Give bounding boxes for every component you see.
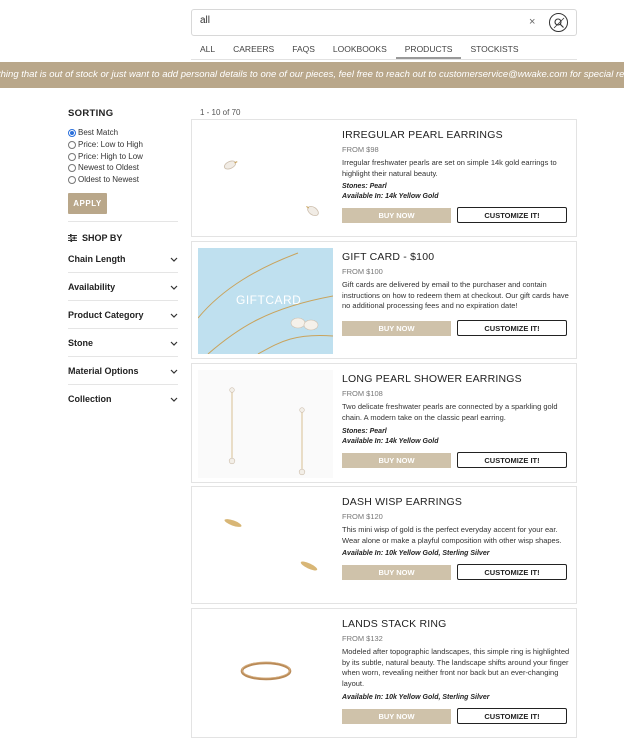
- chevron-down-icon: [170, 366, 178, 376]
- search-tabs: ALL CAREERS FAQS LOOKBOOKS PRODUCTS STOC…: [191, 44, 577, 60]
- product-image[interactable]: GIFTCARD: [197, 248, 334, 355]
- product-card: IRREGULAR PEARL EARRINGS FROM $98 Irregu…: [191, 119, 577, 237]
- product-description: Modeled after topographic landscapes, th…: [342, 647, 570, 688]
- product-title[interactable]: LONG PEARL SHOWER EARRINGS: [342, 373, 522, 385]
- filter-stone[interactable]: Stone: [68, 329, 178, 357]
- product-image[interactable]: [198, 615, 333, 727]
- announcement-banner: thing that is out of stock or just want …: [0, 62, 624, 88]
- product-availability: Available In: 14k Yellow Gold: [342, 193, 439, 200]
- product-image[interactable]: [198, 493, 333, 599]
- sort-option-price-low-high[interactable]: Price: Low to High: [68, 140, 143, 149]
- divider: [68, 221, 178, 222]
- sort-option-newest[interactable]: Newest to Oldest: [68, 163, 139, 172]
- product-title[interactable]: GIFT CARD - $100: [342, 251, 434, 263]
- radio-icon[interactable]: [68, 128, 76, 137]
- product-price: FROM $98: [342, 145, 379, 154]
- product-card: LONG PEARL SHOWER EARRINGS FROM $108 Two…: [191, 363, 577, 483]
- apply-button[interactable]: APPLY: [68, 193, 107, 214]
- tab-all[interactable]: ALL: [191, 44, 224, 59]
- customize-button[interactable]: CUSTOMIZE IT!: [457, 207, 567, 223]
- customize-button[interactable]: CUSTOMIZE IT!: [457, 708, 567, 724]
- customize-button[interactable]: CUSTOMIZE IT!: [457, 320, 567, 336]
- results-count: 1 - 10 of 70: [200, 108, 241, 117]
- gift-card-image-text: GIFTCARD: [236, 293, 302, 307]
- chevron-down-icon: [170, 394, 178, 404]
- buy-now-button[interactable]: BUY NOW: [342, 208, 451, 223]
- product-card: LANDS STACK RING FROM $132 Modeled after…: [191, 608, 577, 738]
- product-availability: Available In: 14k Yellow Gold: [342, 438, 439, 445]
- tab-faqs[interactable]: FAQS: [283, 44, 324, 59]
- product-description: This mini wisp of gold is the perfect ev…: [342, 525, 562, 545]
- product-availability: Available In: 10k Yellow Gold, Sterling …: [342, 550, 490, 557]
- buy-now-button[interactable]: BUY NOW: [342, 709, 451, 724]
- tab-stockists[interactable]: STOCKISTS: [461, 44, 527, 59]
- radio-icon[interactable]: [68, 140, 76, 149]
- search-input[interactable]: [200, 15, 500, 26]
- product-description: Irregular freshwater pearls are set on s…: [342, 158, 557, 178]
- filter-chain-length[interactable]: Chain Length: [68, 245, 178, 273]
- product-description: Gift cards are delivered by email to the…: [342, 280, 569, 310]
- customize-button[interactable]: CUSTOMIZE IT!: [457, 564, 567, 580]
- filter-availability[interactable]: Availability: [68, 273, 178, 301]
- chevron-down-icon: [170, 338, 178, 348]
- buy-now-button[interactable]: BUY NOW: [342, 321, 451, 336]
- product-description: Two delicate freshwater pearls are conne…: [342, 402, 558, 422]
- chevron-down-icon: [170, 310, 178, 320]
- customize-button[interactable]: CUSTOMIZE IT!: [457, 452, 567, 468]
- product-image[interactable]: [198, 126, 333, 232]
- tab-products[interactable]: PRODUCTS: [395, 44, 462, 59]
- filter-material-options[interactable]: Material Options: [68, 357, 178, 385]
- product-price: FROM $132: [342, 634, 383, 643]
- close-icon[interactable]: ×: [529, 16, 535, 28]
- banner-text: thing that is out of stock or just want …: [0, 69, 624, 80]
- filter-sliders-icon: [68, 234, 77, 242]
- tab-careers[interactable]: CAREERS: [224, 44, 283, 59]
- product-price: FROM $108: [342, 389, 383, 398]
- radio-icon[interactable]: [68, 175, 76, 184]
- product-stones: Stones: Pearl: [342, 183, 387, 190]
- product-availability: Available In: 10k Yellow Gold, Sterling …: [342, 694, 490, 701]
- product-card: GIFTCARD GIFT CARD - $100 FROM $100 Gift…: [191, 241, 577, 359]
- product-price: FROM $100: [342, 267, 383, 276]
- product-card: DASH WISP EARRINGS FROM $120 This mini w…: [191, 486, 577, 604]
- search-bar[interactable]: ×: [191, 9, 577, 36]
- sorting-title: SORTING: [68, 108, 114, 119]
- buy-now-button[interactable]: BUY NOW: [342, 453, 451, 468]
- radio-icon[interactable]: [68, 163, 76, 172]
- product-title[interactable]: LANDS STACK RING: [342, 618, 447, 630]
- chevron-down-icon: [170, 282, 178, 292]
- sort-option-best-match[interactable]: Best Match: [68, 128, 118, 137]
- radio-icon[interactable]: [68, 152, 76, 161]
- sort-option-price-high-low[interactable]: Price: High to Low: [68, 152, 143, 161]
- product-title[interactable]: IRREGULAR PEARL EARRINGS: [342, 129, 503, 141]
- filter-product-category[interactable]: Product Category: [68, 301, 178, 329]
- buy-now-button[interactable]: BUY NOW: [342, 565, 451, 580]
- tab-lookbooks[interactable]: LOOKBOOKS: [324, 44, 396, 59]
- product-title[interactable]: DASH WISP EARRINGS: [342, 496, 462, 508]
- filter-collection[interactable]: Collection: [68, 385, 178, 413]
- product-image[interactable]: [198, 370, 333, 478]
- shop-by-heading: SHOP BY: [68, 233, 122, 243]
- sort-option-oldest[interactable]: Oldest to Newest: [68, 175, 139, 184]
- product-stones: Stones: Pearl: [342, 428, 387, 435]
- chevron-down-icon: [170, 254, 178, 264]
- search-icon[interactable]: [549, 13, 568, 32]
- product-price: FROM $120: [342, 512, 383, 521]
